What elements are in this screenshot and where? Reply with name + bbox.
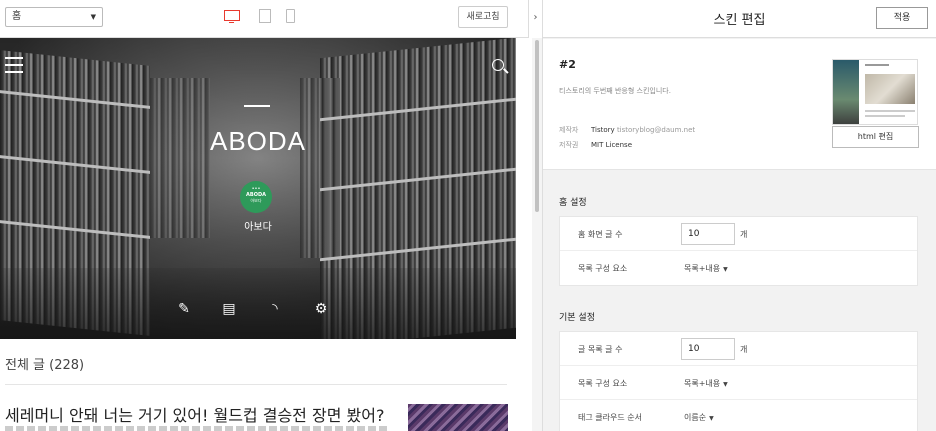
chevron-down-icon: ▼ [90, 13, 96, 21]
tablet-view-icon[interactable] [259, 9, 271, 23]
gear-icon[interactable]: ⚙ [312, 300, 330, 318]
page-select[interactable]: 홈 ▼ [5, 7, 103, 27]
preview-toolbar: 홈 ▼ 새로고침 [0, 0, 528, 38]
menu-icon[interactable] [5, 57, 23, 78]
home-settings-title: 홈 설정 [559, 198, 587, 208]
refresh-button[interactable]: 새로고침 [458, 6, 508, 28]
maker-label: 제작자 [559, 126, 579, 134]
tag-cloud-order-select[interactable]: 이름순 ▼ [684, 412, 714, 423]
list-component-select[interactable]: 목록+내용 ▼ [684, 378, 728, 389]
setting-row: 글 목록 글 수 10 개 [560, 332, 917, 366]
search-icon[interactable] [492, 59, 504, 71]
desktop-view-icon[interactable] [224, 10, 240, 23]
license-label: 저작권 [559, 141, 579, 149]
home-post-count-input[interactable]: 10 [681, 223, 735, 245]
skin-license: 저작권 MIT License [559, 140, 632, 150]
title-divider [244, 105, 270, 107]
select-value: 목록+내용 [684, 379, 721, 388]
setting-row: 목록 구성 요소 목록+내용 ▼ [560, 251, 917, 285]
skin-editor-panel: 스킨 편집 적용 #2 티스토리의 두번째 반응형 스킨입니다. 제작자 Tist… [543, 0, 936, 431]
setting-label: 목록 구성 요소 [578, 264, 628, 273]
setting-row: 홈 화면 글 수 10 개 [560, 217, 917, 251]
setting-label: 목록 구성 요소 [578, 379, 628, 388]
unit-label: 개 [740, 230, 748, 239]
preview-pane: ABODA ••• ABODA 아보다 아보다 ✎ ▤ ◝ ⚙ 전체 글 (22… [0, 0, 516, 431]
skin-description: 티스토리의 두번째 반응형 스킨입니다. [559, 87, 671, 95]
select-value: 이름순 [684, 413, 707, 422]
setting-label: 글 목록 글 수 [578, 345, 623, 354]
total-posts-heading: 전체 글 (228) [5, 358, 85, 373]
basic-settings-panel: 글 목록 글 수 10 개 목록 구성 요소 목록+내용 ▼ 태그 클라우드 순서… [559, 331, 918, 431]
divider [5, 384, 507, 385]
skin-info-card: #2 티스토리의 두번째 반응형 스킨입니다. 제작자 Tistory tisto… [543, 39, 936, 170]
pencil-icon[interactable]: ✎ [175, 300, 193, 318]
post-thumbnail[interactable] [408, 404, 508, 431]
editor-header: 스킨 편집 적용 [543, 0, 936, 38]
setting-label: 홈 화면 글 수 [578, 230, 623, 239]
scrollbar-thumb[interactable] [535, 40, 539, 212]
page-select-value: 홈 [12, 11, 22, 22]
list-post-count-input[interactable]: 10 [681, 338, 735, 360]
chevron-down-icon: ▼ [723, 266, 728, 273]
apply-button[interactable]: 적용 [876, 7, 928, 29]
post-title-link[interactable]: 세레머니 안돼 너는 거기 있어! 월드컵 결승전 장면 봤어? [5, 402, 395, 426]
skin-thumbnail [832, 59, 918, 125]
hero-banner: ABODA ••• ABODA 아보다 아보다 ✎ ▤ ◝ ⚙ [0, 38, 516, 339]
maker-email: tistoryblog@daum.net [616, 126, 696, 134]
rss-icon[interactable]: ◝ [266, 300, 284, 318]
bookshelf-back-left [150, 78, 210, 238]
maker-name: Tistory [591, 126, 615, 134]
avatar-subtext: 아보다 [250, 198, 262, 203]
chevron-down-icon: ▼ [709, 415, 714, 422]
unit-label: 개 [740, 345, 748, 354]
setting-row: 목록 구성 요소 목록+내용 ▼ [560, 366, 917, 400]
notebook-icon[interactable]: ▤ [220, 300, 238, 318]
blog-nickname: 아보다 [244, 222, 272, 233]
avatar: ••• ABODA 아보다 [240, 181, 272, 213]
license-value: MIT License [591, 141, 632, 149]
collapse-panel-icon[interactable]: › [528, 0, 542, 38]
basic-settings-title: 기본 설정 [559, 313, 595, 323]
skin-name: #2 [559, 58, 576, 71]
post-summary [5, 426, 390, 431]
chevron-down-icon: ▼ [723, 381, 728, 388]
home-list-component-select[interactable]: 목록+내용 ▼ [684, 263, 728, 274]
skin-maker: 제작자 Tistory tistoryblog@daum.net [559, 125, 695, 135]
home-settings-panel: 홈 화면 글 수 10 개 목록 구성 요소 목록+내용 ▼ [559, 216, 918, 286]
select-value: 목록+내용 [684, 264, 721, 273]
blog-title[interactable]: ABODA [0, 126, 516, 157]
setting-label: 태그 클라우드 순서 [578, 413, 642, 422]
html-edit-button[interactable]: html 편집 [832, 126, 919, 148]
mobile-view-icon[interactable] [286, 9, 295, 23]
setting-row: 태그 클라우드 순서 이름순 ▼ [560, 400, 917, 431]
